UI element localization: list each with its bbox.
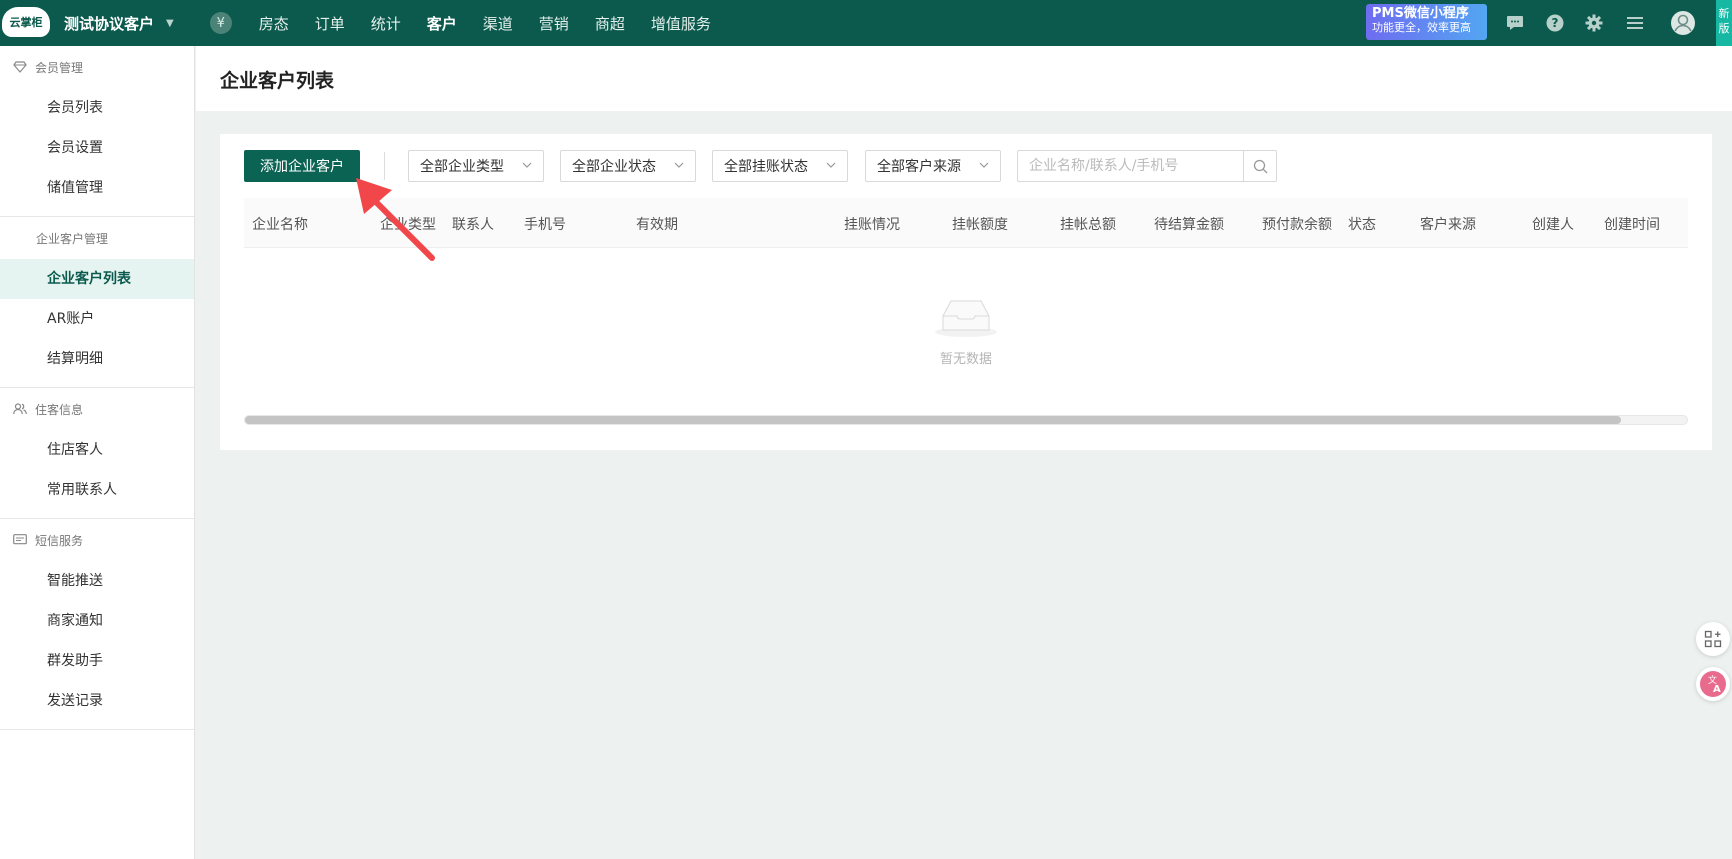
nav-item-customers[interactable]: 客户 bbox=[427, 13, 457, 34]
caret-down-icon: ▼ bbox=[166, 17, 174, 29]
column-header[interactable]: 有效期 bbox=[636, 214, 678, 234]
chevron-down-icon bbox=[522, 162, 532, 168]
column-header[interactable]: 待结算金额 bbox=[1154, 214, 1224, 234]
sidebar-group-sms: 短信服务 智能推送 商家通知 群发助手 发送记录 bbox=[0, 519, 194, 730]
users-icon bbox=[13, 403, 27, 415]
nav-item-stats[interactable]: 统计 bbox=[371, 13, 401, 34]
sidebar-item-enterprise-list[interactable]: 企业客户列表 bbox=[0, 259, 194, 299]
column-header[interactable]: 联系人 bbox=[452, 214, 494, 234]
top-bar: 云掌柜 测试协议客户 ▼ ¥ 房态 订单 统计 客户 渠道 营销 商超 增值服务… bbox=[0, 0, 1732, 46]
yen-icon[interactable]: ¥ bbox=[209, 12, 232, 34]
svg-text:?: ? bbox=[1552, 16, 1559, 30]
page-header: 企业客户列表 bbox=[196, 46, 1732, 111]
apps-add-icon bbox=[1704, 630, 1722, 648]
new-version-tag[interactable]: 新版 bbox=[1716, 0, 1732, 46]
sidebar-item-member-list[interactable]: 会员列表 bbox=[0, 88, 194, 128]
sidebar: 会员管理 会员列表 会员设置 储值管理 企业客户管理 企业客户列表 AR账户 结… bbox=[0, 46, 195, 859]
group-title: 会员管理 bbox=[0, 46, 194, 88]
nav-item-channels[interactable]: 渠道 bbox=[483, 13, 513, 34]
mini-program-promo[interactable]: PMS微信小程序 功能更全，效率更高 bbox=[1366, 4, 1487, 40]
column-header[interactable]: 创建人 bbox=[1532, 214, 1574, 234]
column-header[interactable]: 挂帐总额 bbox=[1060, 214, 1116, 234]
promo-line1: PMS微信小程序 bbox=[1372, 6, 1469, 21]
sidebar-group-guests: 住客信息 住店客人 常用联系人 bbox=[0, 388, 194, 519]
store-name: 测试协议客户 bbox=[64, 14, 155, 33]
sidebar-group-members: 会员管理 会员列表 会员设置 储值管理 bbox=[0, 46, 194, 217]
help-icon[interactable]: ? bbox=[1544, 12, 1566, 34]
translate-icon: 文A bbox=[1700, 671, 1726, 697]
column-header[interactable]: 手机号 bbox=[524, 214, 566, 234]
nav-item-orders[interactable]: 订单 bbox=[315, 13, 345, 34]
svg-text:A: A bbox=[1713, 684, 1721, 695]
quick-apps-button[interactable] bbox=[1696, 622, 1730, 656]
chevron-down-icon bbox=[674, 162, 684, 168]
sidebar-group-enterprise: 企业客户管理 企业客户列表 AR账户 结算明细 bbox=[0, 217, 194, 388]
column-header[interactable]: 挂账情况 bbox=[844, 214, 900, 234]
column-header[interactable]: 客户来源 bbox=[1420, 214, 1476, 234]
search-input[interactable] bbox=[1017, 150, 1243, 182]
avatar-icon[interactable] bbox=[1670, 10, 1696, 36]
sidebar-item-frequent-contacts[interactable]: 常用联系人 bbox=[0, 470, 194, 510]
add-enterprise-customer-button[interactable]: 添加企业客户 bbox=[244, 150, 360, 182]
sidebar-item-ar-account[interactable]: AR账户 bbox=[0, 299, 194, 339]
annotation-arrow-icon bbox=[356, 178, 435, 261]
menu-icon[interactable] bbox=[1624, 12, 1646, 34]
message-icon bbox=[13, 534, 27, 545]
page-title: 企业客户列表 bbox=[220, 70, 335, 92]
sidebar-item-send-records[interactable]: 发送记录 bbox=[0, 681, 194, 721]
top-nav: 房态 订单 统计 客户 渠道 营销 商超 增值服务 bbox=[246, 13, 724, 34]
translate-button[interactable]: 文A bbox=[1696, 667, 1730, 701]
chevron-down-icon bbox=[979, 162, 989, 168]
sidebar-item-in-house-guests[interactable]: 住店客人 bbox=[0, 430, 194, 470]
scrollbar-thumb[interactable] bbox=[245, 416, 1621, 424]
column-header[interactable]: 状态 bbox=[1348, 214, 1376, 234]
column-header[interactable]: 预付款余额 bbox=[1262, 214, 1332, 234]
sidebar-item-smart-push[interactable]: 智能推送 bbox=[0, 561, 194, 601]
group-title: 企业客户管理 bbox=[36, 231, 109, 246]
nav-item-marketing[interactable]: 营销 bbox=[539, 13, 569, 34]
credit-status-select[interactable]: 全部挂账状态 bbox=[712, 150, 848, 182]
nav-item-room-status[interactable]: 房态 bbox=[259, 13, 289, 34]
table-header: 企业名称 企业类型 联系人 手机号 有效期 挂账情况 挂帐额度 挂帐总额 待结算… bbox=[244, 198, 1688, 248]
promo-line2: 功能更全，效率更高 bbox=[1372, 21, 1471, 34]
search-icon bbox=[1253, 159, 1267, 173]
horizontal-scrollbar[interactable] bbox=[244, 415, 1688, 425]
column-header[interactable]: 企业名称 bbox=[252, 214, 308, 234]
empty-inbox-icon bbox=[935, 300, 997, 337]
sidebar-item-stored-value[interactable]: 储值管理 bbox=[0, 168, 194, 208]
nav-item-mall[interactable]: 商超 bbox=[595, 13, 625, 34]
diamond-icon bbox=[13, 61, 27, 73]
store-selector[interactable]: 测试协议客户 ▼ bbox=[64, 13, 174, 34]
chevron-down-icon bbox=[826, 162, 836, 168]
column-header[interactable]: 挂帐额度 bbox=[952, 214, 1008, 234]
sidebar-item-bulk-send[interactable]: 群发助手 bbox=[0, 641, 194, 681]
logo-text: 云掌柜 bbox=[9, 16, 43, 29]
empty-state: 暂无数据 bbox=[220, 296, 1712, 367]
chat-icon[interactable] bbox=[1504, 12, 1526, 34]
column-header[interactable]: 创建时间 bbox=[1604, 214, 1660, 234]
sidebar-item-member-settings[interactable]: 会员设置 bbox=[0, 128, 194, 168]
enterprise-status-select[interactable]: 全部企业状态 bbox=[560, 150, 696, 182]
group-title: 短信服务 bbox=[0, 519, 194, 561]
sidebar-item-merchant-notice[interactable]: 商家通知 bbox=[0, 601, 194, 641]
customer-list-card: 添加企业客户 全部企业类型 全部企业状态 全部挂账状态 全部客户来源 企业名称 … bbox=[220, 134, 1712, 450]
empty-text: 暂无数据 bbox=[939, 352, 992, 367]
search-button[interactable] bbox=[1243, 150, 1277, 182]
nav-item-value-added[interactable]: 增值服务 bbox=[651, 13, 711, 34]
customer-source-select[interactable]: 全部客户来源 bbox=[865, 150, 1001, 182]
app-logo[interactable]: 云掌柜 bbox=[2, 7, 50, 37]
group-title: 住客信息 bbox=[0, 388, 194, 430]
sidebar-item-settlement[interactable]: 结算明细 bbox=[0, 339, 194, 379]
gear-icon[interactable] bbox=[1583, 12, 1605, 34]
